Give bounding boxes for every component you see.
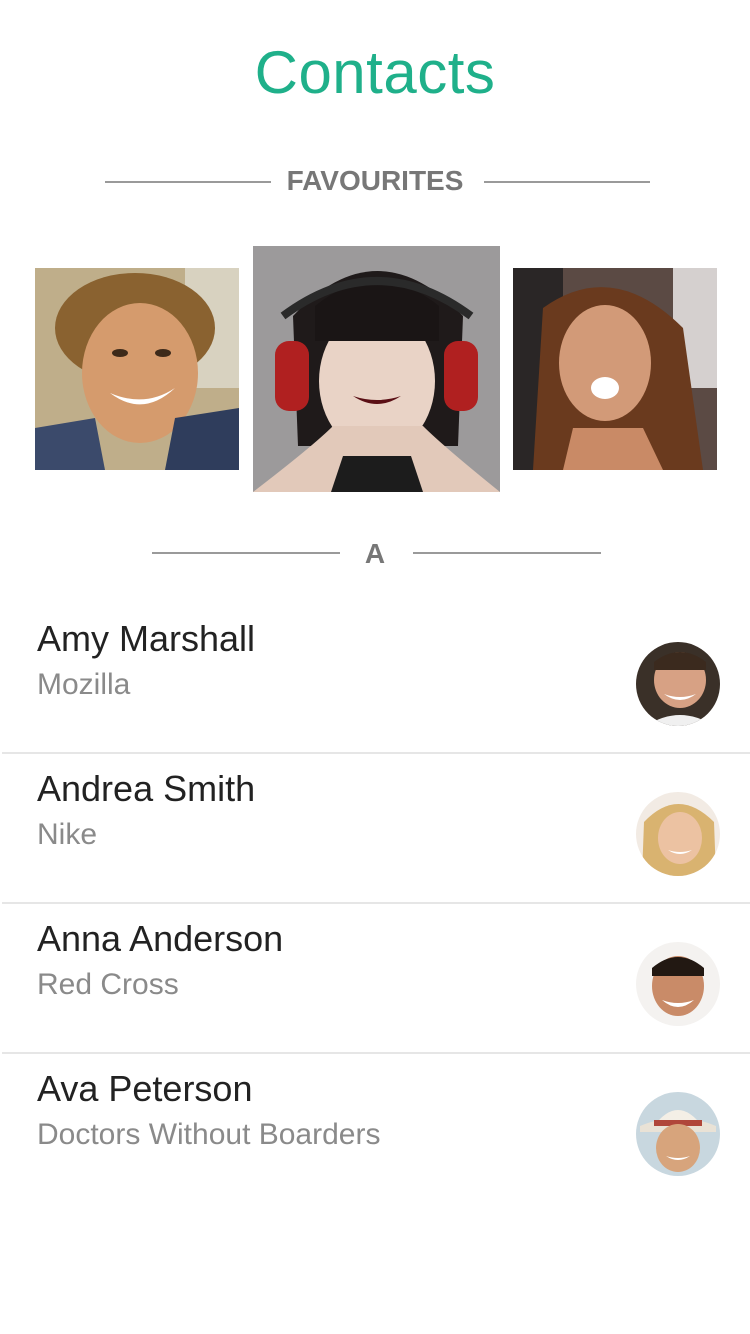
contact-company: Red Cross <box>37 968 179 1001</box>
section-letter: A <box>364 538 386 569</box>
contact-name: Amy Marshall <box>37 618 256 659</box>
contact-row-andrea-smith[interactable]: Andrea Smith Nike <box>0 754 750 904</box>
page-title: Contacts <box>254 39 496 106</box>
woman-laughing-photo <box>513 268 717 470</box>
avatar-blonde-woman <box>636 792 720 876</box>
contact-company: Doctors Without Boarders <box>37 1118 381 1151</box>
contact-name: Andrea Smith <box>37 768 256 809</box>
avatar <box>636 1092 720 1176</box>
avatar <box>636 792 720 876</box>
avatar-man-grinning <box>636 942 720 1026</box>
favourite-photo-2[interactable] <box>253 246 500 492</box>
section-divider-right <box>413 552 601 554</box>
favourites-divider-right <box>484 181 650 183</box>
contact-row-ava-peterson[interactable]: Ava Peterson Doctors Without Boarders <box>0 1054 750 1204</box>
avatar <box>636 642 720 726</box>
contact-company: Mozilla <box>37 668 131 701</box>
contact-row-anna-anderson[interactable]: Anna Anderson Red Cross <box>0 904 750 1054</box>
favourite-photo-1[interactable] <box>35 268 239 470</box>
contact-row-amy-marshall[interactable]: Amy Marshall Mozilla <box>0 604 750 754</box>
avatar-man-smiling <box>636 642 720 726</box>
favourite-photo-3[interactable] <box>513 268 717 470</box>
woman-headphones-photo <box>253 246 500 492</box>
man-smiling-photo <box>35 268 239 470</box>
avatar-woman-hat <box>636 1092 720 1176</box>
avatar <box>636 942 720 1026</box>
contact-company: Nike <box>37 818 98 851</box>
contact-name: Anna Anderson <box>37 918 284 959</box>
contact-name: Ava Peterson <box>37 1068 253 1109</box>
